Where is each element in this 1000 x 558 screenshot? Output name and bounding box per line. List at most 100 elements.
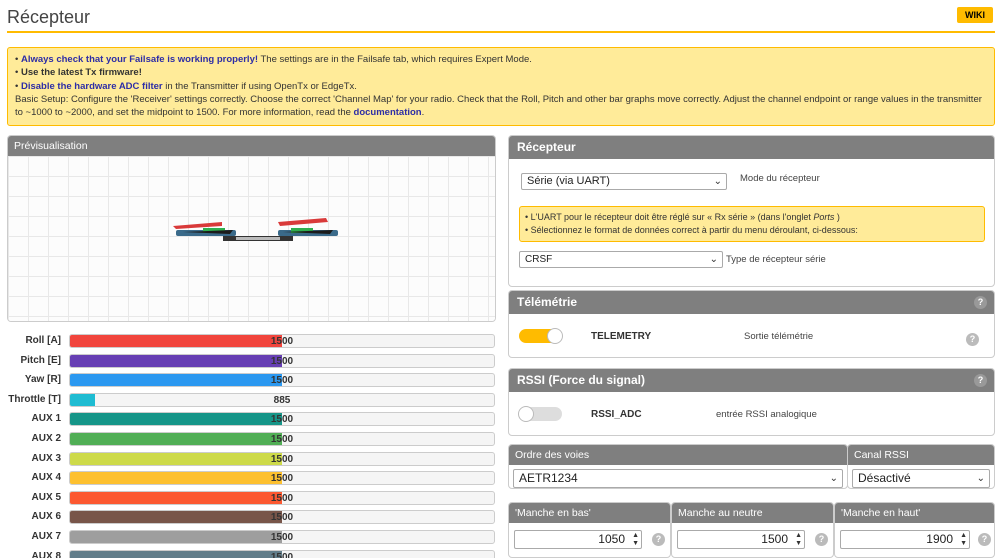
channel-value: 1500 xyxy=(270,512,294,524)
stick-center-title: Manche au neutre xyxy=(672,503,833,523)
receiver-note-text-b: ) xyxy=(834,212,840,222)
stick-low-input[interactable]: 1050 ▲ ▼ xyxy=(514,530,642,549)
wiki-button[interactable]: WIKI xyxy=(957,7,993,23)
note-line-3: • Disable the hardware ADC filter in the… xyxy=(15,80,357,92)
channel-bar-row: Pitch [E] 1500 xyxy=(5,352,496,372)
channel-value: 1500 xyxy=(270,433,294,445)
note-line-4-end: . xyxy=(421,107,425,119)
channel-bar-row: AUX 8 1500 xyxy=(5,548,496,558)
channel-value: 1500 xyxy=(270,355,294,367)
setup-note: • Always check that your Failsafe is wor… xyxy=(7,47,995,126)
spinner-icon[interactable]: ▲ ▼ xyxy=(632,532,639,548)
note-line-1-text: The settings are in the Failsafe tab, wh… xyxy=(258,54,532,65)
quad-model-icon xyxy=(173,218,338,241)
channel-label: AUX 3 xyxy=(31,452,61,464)
receiver-mode-label: Mode du récepteur xyxy=(740,173,820,184)
channel-value: 885 xyxy=(273,394,291,406)
channel-value: 1500 xyxy=(270,473,294,485)
channel-bars: Roll [A] 1500 Pitch [E] 1500 Yaw [R] 1500 Thro… xyxy=(5,332,496,558)
telemetry-title-text: Télémétrie xyxy=(517,295,578,309)
help-icon[interactable]: ? xyxy=(652,533,665,546)
rssi-panel: RSSI (Force du signal)? RSSI_ADC entrée … xyxy=(508,368,995,436)
telemetry-title: Télémétrie? xyxy=(509,291,994,314)
channel-bar-row: AUX 6 1500 xyxy=(5,508,496,528)
channel-label: AUX 2 xyxy=(31,432,61,444)
channel-bar-track: 1500 xyxy=(69,529,495,544)
rssi-channel-value: Désactivé xyxy=(858,471,911,485)
stick-low-panel: 'Manche en bas' 1050 ▲ ▼ ? xyxy=(508,502,671,558)
channel-bar-row: AUX 1 1500 xyxy=(5,410,496,430)
serial-receiver-label: Type de récepteur série xyxy=(726,254,826,265)
channel-map-panel: Ordre des voies AETR1234 ⌄ xyxy=(508,444,848,489)
help-icon[interactable]: ? xyxy=(974,296,987,309)
receiver-note-text-a: • L'UART pour le récepteur doit être rég… xyxy=(525,212,814,222)
channel-bar-row: AUX 5 1500 xyxy=(5,489,496,509)
model-preview-canvas xyxy=(8,156,495,321)
telemetry-feature-desc: Sortie télémétrie xyxy=(744,331,814,342)
help-icon[interactable]: ? xyxy=(815,533,828,546)
channel-bar-track: 1500 xyxy=(69,510,495,525)
chevron-down-icon: ⌄ xyxy=(976,473,985,484)
channel-bar-track: 1500 xyxy=(69,373,495,388)
toggle-knob xyxy=(547,328,563,344)
channel-value: 1500 xyxy=(270,375,294,387)
channel-bar-track: 1500 xyxy=(69,353,495,368)
stick-high-input[interactable]: 1900 ▲ ▼ xyxy=(840,530,970,549)
help-icon[interactable]: ? xyxy=(974,374,987,387)
telemetry-toggle[interactable] xyxy=(519,328,563,344)
stick-high-value: 1900 xyxy=(926,532,953,546)
stick-high-title: 'Manche en haut' xyxy=(835,503,994,523)
stick-center-value: 1500 xyxy=(761,532,788,546)
receiver-title: Récepteur xyxy=(509,136,994,159)
receiver-mode-select[interactable]: Série (via UART) ⌄ xyxy=(521,173,727,190)
channel-map-input[interactable]: AETR1234 ⌄ xyxy=(513,469,843,488)
firmware-warning: Use the latest Tx firmware! xyxy=(20,67,142,79)
channel-bar-track: 1500 xyxy=(69,471,495,486)
stick-center-input[interactable]: 1500 ▲ ▼ xyxy=(677,530,805,549)
channel-value: 1500 xyxy=(270,453,294,465)
documentation-link[interactable]: documentation xyxy=(354,107,422,118)
channel-value: 1500 xyxy=(270,531,294,543)
rssi-title: RSSI (Force du signal)? xyxy=(509,369,994,392)
channel-bar-track: 1500 xyxy=(69,431,495,446)
help-icon[interactable]: ? xyxy=(966,333,979,346)
rssi-title-text: RSSI (Force du signal) xyxy=(517,373,646,387)
chevron-down-icon: ⌄ xyxy=(829,473,838,484)
channel-map-title: Ordre des voies xyxy=(509,445,847,465)
channel-bar-track: 1500 xyxy=(69,412,495,427)
receiver-note-line-2: • Sélectionnez le format de données corr… xyxy=(525,225,858,235)
stick-center-panel: Manche au neutre 1500 ▲ ▼ ? xyxy=(671,502,834,558)
channel-value: 1500 xyxy=(270,551,294,558)
page-title: Récepteur xyxy=(7,7,91,27)
stick-low-value: 1050 xyxy=(598,532,625,546)
rssi-channel-panel: Canal RSSI Désactivé ⌄ xyxy=(847,444,995,489)
serial-receiver-select[interactable]: CRSF ⌄ xyxy=(519,251,723,268)
channel-bar-track: 1500 xyxy=(69,334,495,348)
channel-bar-row: AUX 7 1500 xyxy=(5,528,496,548)
channel-value: 1500 xyxy=(270,336,294,347)
rssi-adc-toggle[interactable] xyxy=(518,406,562,422)
channel-bar-track: 1500 xyxy=(69,451,495,466)
channel-label: Throttle [T] xyxy=(8,393,61,405)
help-icon[interactable]: ? xyxy=(978,533,991,546)
spinner-icon[interactable]: ▲ ▼ xyxy=(795,532,802,548)
channel-label: AUX 5 xyxy=(31,491,61,503)
channel-bar-row: AUX 3 1500 xyxy=(5,450,496,470)
channel-value: 1500 xyxy=(270,414,294,426)
rssi-channel-select[interactable]: Désactivé ⌄ xyxy=(852,469,990,488)
telemetry-panel: Télémétrie? TELEMETRY Sortie télémétrie … xyxy=(508,290,995,358)
serial-receiver-value: CRSF xyxy=(525,254,553,265)
spinner-icon[interactable]: ▲ ▼ xyxy=(960,532,967,548)
basic-setup-text: Basic Setup: Configure the 'Receiver' se… xyxy=(15,93,982,119)
channel-label: AUX 8 xyxy=(31,550,61,558)
channel-label: AUX 4 xyxy=(31,472,61,484)
receiver-panel: Récepteur Série (via UART) ⌄ Mode du réc… xyxy=(508,135,995,287)
channel-label: Pitch [E] xyxy=(20,354,61,366)
note-line-2: • Use the latest Tx firmware! xyxy=(15,67,142,79)
channel-label: AUX 1 xyxy=(31,413,61,425)
stick-high-panel: 'Manche en haut' 1900 ▲ ▼ ? xyxy=(834,502,995,558)
adc-filter-warning: Disable the hardware ADC filter xyxy=(20,80,163,92)
channel-value: 1500 xyxy=(270,492,294,504)
channel-bar-row: Roll [A] 1500 xyxy=(5,332,496,352)
receiver-note-line-1: • L'UART pour le récepteur doit être rég… xyxy=(525,211,979,224)
